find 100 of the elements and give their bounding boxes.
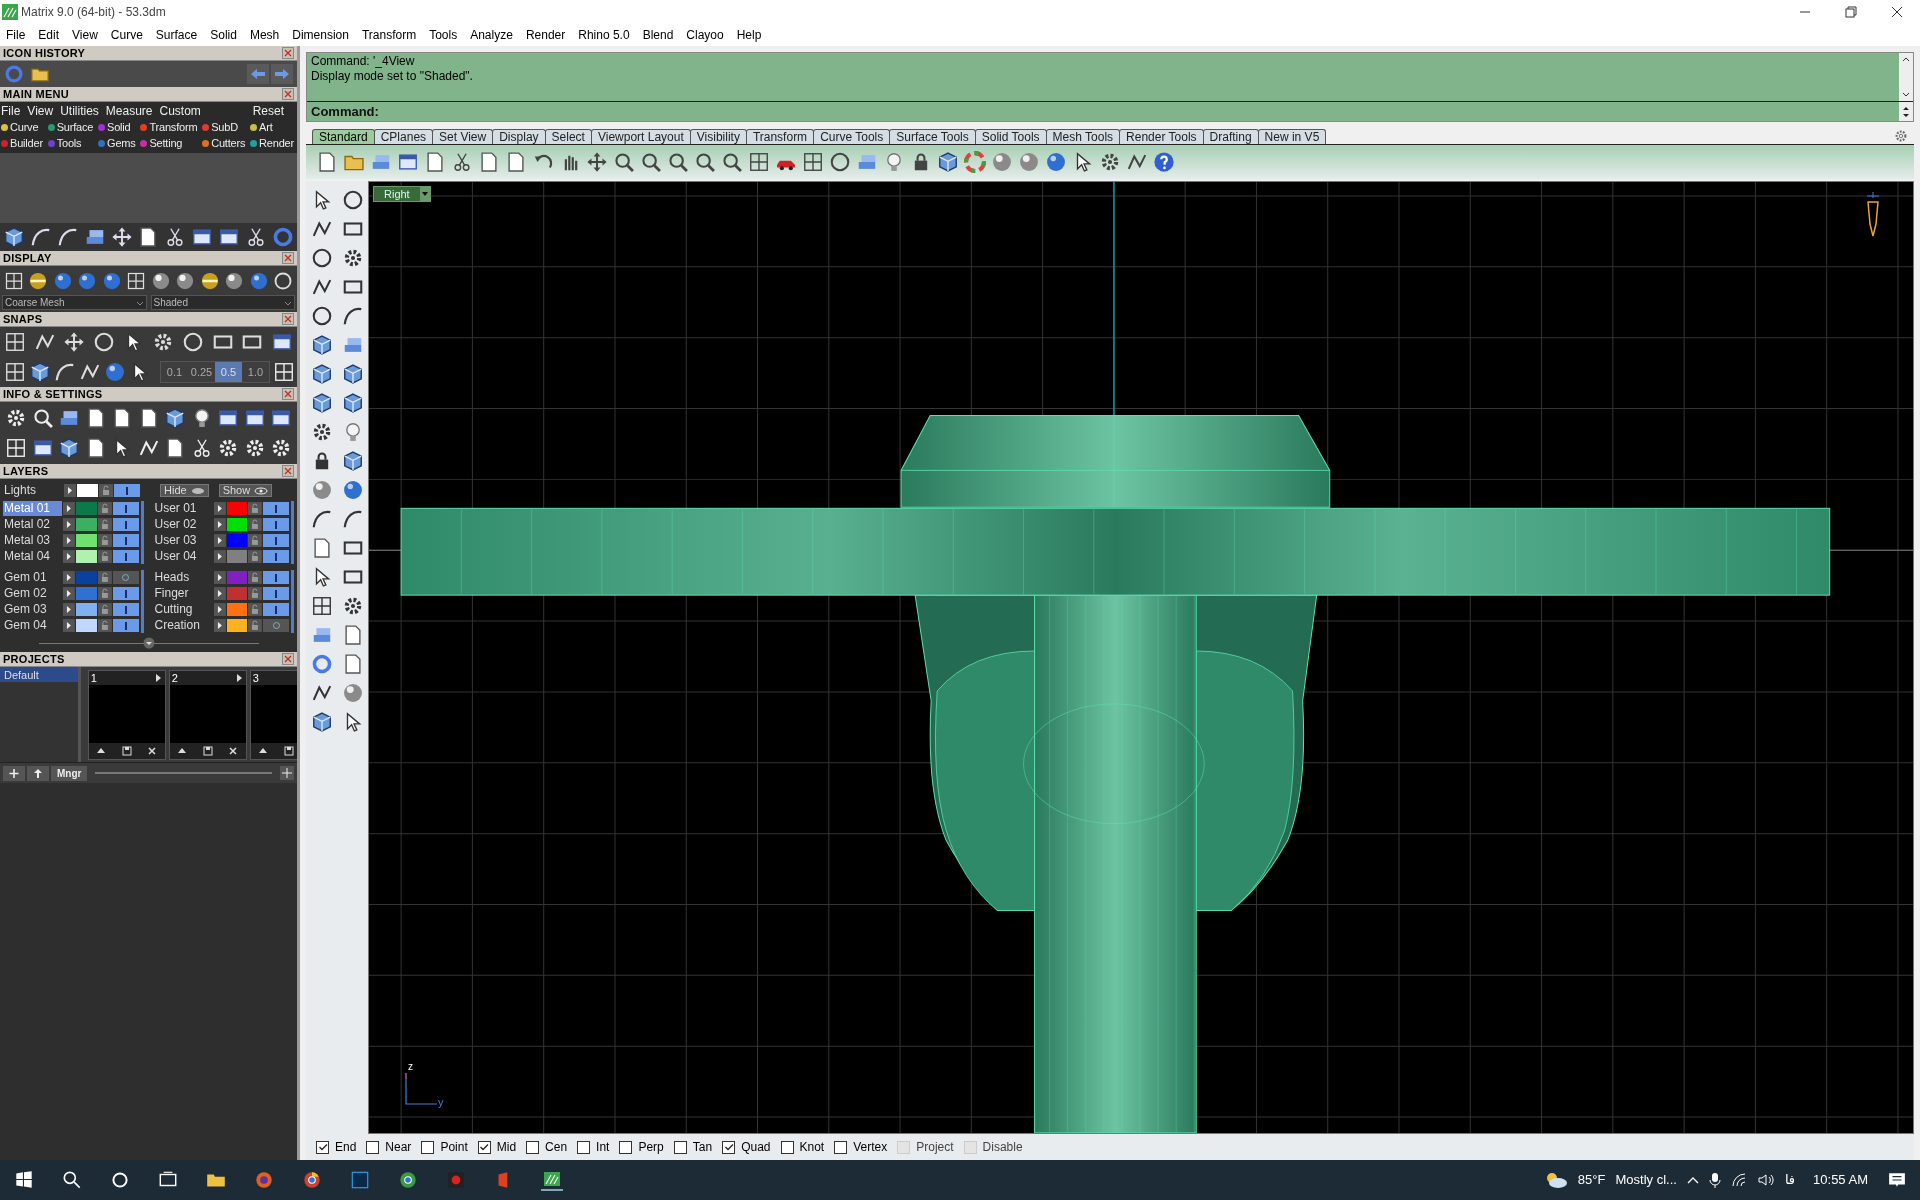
layer-name[interactable]: Cutting (153, 602, 213, 617)
toolbar-tab[interactable]: Visibility (689, 129, 747, 144)
menu-item[interactable]: Transform (361, 26, 417, 44)
toolbar-tab[interactable]: CPlanes (373, 129, 434, 144)
menu-item[interactable]: Custom (159, 102, 201, 120)
menu-item[interactable]: View (27, 102, 54, 120)
layer-name[interactable]: Gem 04 (3, 618, 63, 633)
osnap-checkbox[interactable]: Near (366, 1138, 412, 1156)
layer-name[interactable]: Heads (153, 570, 213, 585)
menu-item[interactable]: Dimension (292, 26, 349, 44)
menu-category[interactable]: Art (259, 118, 273, 136)
osnap-checkbox[interactable]: Vertex (834, 1138, 888, 1156)
menu-item[interactable]: Tools (429, 26, 458, 44)
panel-title: ICON HISTORY (3, 47, 86, 59)
menu-category[interactable]: Tools (56, 134, 82, 152)
layer-name[interactable]: Metal 03 (3, 533, 63, 548)
menu-item[interactable]: File (1, 102, 21, 120)
menu-item[interactable]: Analyze (470, 26, 513, 44)
menu-item[interactable]: Render (525, 26, 566, 44)
input-language-indicator[interactable]: فا (1784, 1170, 1796, 1190)
display-mode-dropdown[interactable]: Coarse Mesh (2, 295, 147, 310)
layer-name[interactable]: Lights (3, 483, 63, 498)
project-card[interactable]: 2 (168, 670, 247, 760)
menu-category[interactable]: Gems (107, 134, 136, 152)
project-number: 1 (90, 670, 97, 686)
layer-name[interactable]: User 01 (153, 501, 213, 516)
clock-time[interactable]: 10:55 AM (1813, 1170, 1868, 1190)
toolbar-tab[interactable]: Select (544, 129, 592, 144)
project-list-item[interactable]: Default (0, 667, 78, 682)
toolbar-tab[interactable]: Mesh Tools (1045, 129, 1121, 144)
viewport[interactable]: Right z y (368, 181, 1914, 1134)
osnap-checkbox[interactable]: Tan (673, 1138, 713, 1156)
menu-item[interactable]: Rhino 5.0 (578, 26, 630, 44)
layer-name[interactable]: Gem 02 (3, 586, 63, 601)
menu-category[interactable]: Surface (56, 118, 94, 136)
toolbar-tab[interactable]: Render Tools (1119, 129, 1204, 144)
osnap-checkbox[interactable]: End (316, 1138, 357, 1156)
menu-category[interactable]: Transform (149, 118, 198, 136)
menu-item[interactable]: View (72, 26, 98, 44)
menu-category[interactable]: Solid (107, 118, 131, 136)
toolbar-tab[interactable]: Curve Tools (813, 129, 891, 144)
snap-value-button[interactable]: 1.0 (242, 362, 269, 382)
osnap-checkbox[interactable]: Knot (780, 1138, 825, 1156)
menu-item[interactable]: Blend (642, 26, 674, 44)
osnap-checkbox[interactable]: Quad (722, 1138, 771, 1156)
layer-name[interactable]: Finger (153, 586, 213, 601)
menu-item[interactable]: Clayoo (686, 26, 724, 44)
axis-label: z (408, 1060, 413, 1074)
layer-name[interactable]: Gem 03 (3, 602, 63, 617)
menu-item[interactable]: Edit (38, 26, 60, 44)
toolbar-tab[interactable]: Viewport Layout (590, 129, 691, 144)
osnap-checkbox[interactable]: Perp (619, 1138, 664, 1156)
menu-item[interactable]: Help (736, 26, 762, 44)
toolbar-tab[interactable]: Solid Tools (974, 129, 1047, 144)
display-mode-dropdown[interactable]: Shaded (150, 295, 295, 310)
osnap-checkbox[interactable]: Point (421, 1138, 468, 1156)
menu-item[interactable]: File (6, 26, 26, 44)
layer-name[interactable]: Metal 04 (3, 549, 63, 564)
layer-name[interactable]: Metal 02 (3, 517, 63, 532)
menu-item[interactable]: Mesh (249, 26, 280, 44)
menu-item[interactable]: Curve (110, 26, 143, 44)
menu-category[interactable]: Curve (10, 118, 39, 136)
menu-category[interactable]: SubD (211, 118, 238, 136)
project-card[interactable]: 1 (87, 670, 166, 760)
toolbar-tab[interactable]: Drafting (1202, 129, 1259, 144)
toolbar-tab[interactable]: New in V5 (1257, 129, 1327, 144)
osnap-checkbox[interactable]: Int (577, 1138, 610, 1156)
menu-item[interactable]: Utilities (60, 102, 99, 120)
layer-name[interactable]: Gem 01 (3, 570, 63, 585)
hide-button[interactable]: Hide (160, 484, 209, 497)
osnap-checkbox[interactable]: Cen (526, 1138, 568, 1156)
panel-title: MAIN MENU (3, 88, 70, 100)
manager-button[interactable]: Mngr (51, 765, 88, 781)
weather-condition: Mostly cl... (1615, 1171, 1677, 1190)
axis-label: y (438, 1095, 444, 1110)
command-line-field[interactable]: Command: (307, 101, 1913, 121)
menu-item[interactable]: Solid (210, 26, 237, 44)
snap-value-button[interactable]: 0.1 (161, 362, 188, 382)
layer-name[interactable]: User 02 (153, 517, 213, 532)
snap-value-button[interactable]: 0.25 (188, 362, 215, 382)
reset-link[interactable]: Reset (252, 102, 284, 120)
toolbar-tab[interactable]: Standard (312, 129, 375, 144)
layer-name[interactable]: Creation (153, 618, 213, 633)
osnap-checkbox[interactable]: Mid (477, 1138, 517, 1156)
layer-name[interactable]: User 04 (153, 549, 213, 564)
toolbar-tab[interactable]: Transform (745, 129, 815, 144)
menu-category[interactable]: Render (259, 134, 294, 152)
menu-category[interactable]: Setting (149, 134, 183, 152)
panel-title: DISPLAY (3, 252, 52, 264)
menu-item[interactable]: Surface (155, 26, 198, 44)
project-card[interactable]: 3 (249, 670, 297, 760)
toolbar-tab[interactable]: Display (492, 129, 546, 144)
toolbar-tab[interactable]: Surface Tools (889, 129, 976, 144)
show-button[interactable]: Show (218, 484, 273, 497)
layer-name[interactable]: User 03 (153, 533, 213, 548)
menu-category[interactable]: Builder (10, 134, 43, 152)
menu-item[interactable]: Measure (105, 102, 153, 120)
project-number: 2 (171, 670, 178, 686)
menu-category[interactable]: Cutters (211, 134, 246, 152)
toolbar-tab[interactable]: Set View (432, 129, 494, 144)
